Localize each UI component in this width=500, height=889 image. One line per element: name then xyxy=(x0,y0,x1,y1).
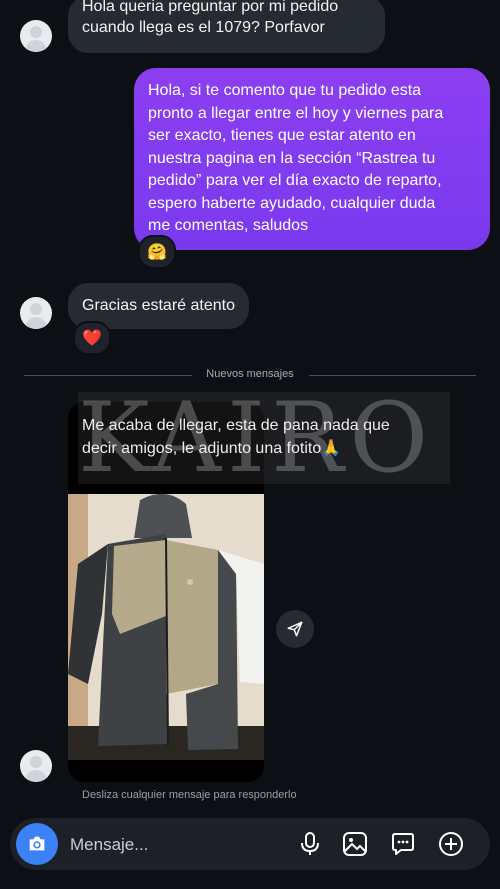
sender-avatar[interactable] xyxy=(20,297,52,329)
message-line: pronto a llegar entre el hoy y viernes p… xyxy=(148,104,444,122)
incoming-message[interactable]: Hola queria preguntar por mi pedido cuan… xyxy=(68,0,385,53)
message-line: Hola queria preguntar por mi pedido xyxy=(82,0,339,15)
microphone-button[interactable] xyxy=(296,830,324,858)
swipe-hint: Desliza cualquier mensaje para responder… xyxy=(82,789,297,801)
message-line: ser exacto, tienes que estar atento en xyxy=(148,127,416,144)
message-input[interactable] xyxy=(68,834,272,856)
new-messages-divider: Nuevos mensajes xyxy=(206,368,294,380)
message-line: me comentas, saludos xyxy=(148,217,309,234)
hug-reaction[interactable]: 🤗 xyxy=(138,235,176,269)
add-icon xyxy=(439,832,463,856)
message-text: Gracias estaré atento xyxy=(82,297,235,314)
message-line: Hola, si te comento que tu pedido esta xyxy=(148,82,422,99)
heart-reaction[interactable]: ❤️ xyxy=(73,321,111,355)
gallery-button[interactable] xyxy=(341,830,369,858)
sender-avatar[interactable] xyxy=(20,750,52,782)
sticker-icon xyxy=(392,833,414,855)
caption-line: Me acaba de llegar, esta de pana nada qu… xyxy=(82,417,390,434)
microphone-icon xyxy=(301,832,319,855)
message-line: espero haberte ayudado, cualquier duda xyxy=(148,194,436,212)
add-button[interactable] xyxy=(437,830,465,858)
send-icon xyxy=(287,621,303,637)
message-line: nuestra pagina en la sección “Rastrea tu xyxy=(148,149,436,167)
sticker-button[interactable] xyxy=(389,830,417,858)
outgoing-message[interactable]: Hola, si te comento que tu pedido esta p… xyxy=(134,68,490,250)
message-line: cuando llega es el 1079? Porfavor xyxy=(82,19,325,36)
caption-line: decir amigos, le adjunto una fotito🙏 xyxy=(82,440,342,457)
camera-icon xyxy=(29,836,45,851)
photo-caption: Me acaba de llegar, esta de pana nada qu… xyxy=(82,414,442,460)
jacket-image xyxy=(68,493,264,760)
camera-button[interactable] xyxy=(16,823,58,865)
message-line: pedido” para ver el día exacto de repart… xyxy=(148,172,442,189)
gallery-icon xyxy=(343,832,367,856)
message-composer xyxy=(10,818,490,870)
divider-line-right xyxy=(309,375,476,376)
share-button[interactable] xyxy=(276,610,314,648)
sender-avatar[interactable] xyxy=(20,20,52,52)
jacket-photo[interactable] xyxy=(68,493,264,760)
